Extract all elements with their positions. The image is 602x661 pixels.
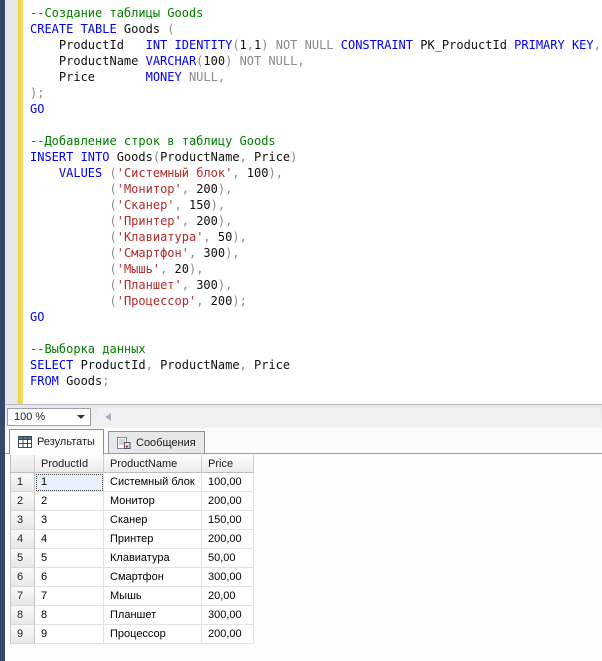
- grid-cell[interactable]: 7: [35, 587, 104, 606]
- tab-messages[interactable]: Сообщения: [108, 431, 205, 454]
- row-header[interactable]: 4: [10, 530, 35, 549]
- code-line: ('Клавиатура', 50),: [30, 229, 602, 245]
- table-row: 44Принтер200,00: [10, 530, 254, 549]
- grid-cell[interactable]: 300,00: [202, 606, 254, 625]
- code-line: INSERT INTO Goods(ProductName, Price): [30, 149, 602, 165]
- grid-cell[interactable]: 50,00: [202, 549, 254, 568]
- zoom-dropdown[interactable]: 100 %: [7, 408, 91, 426]
- code-line: GO: [30, 101, 602, 117]
- code-line: SELECT ProductId, ProductName, Price: [30, 357, 602, 373]
- grid-cell[interactable]: 9: [35, 625, 104, 644]
- row-header[interactable]: 9: [10, 625, 35, 644]
- grid-cell[interactable]: 2: [35, 492, 104, 511]
- row-header[interactable]: 2: [10, 492, 35, 511]
- grid-cell[interactable]: Сканер: [104, 511, 202, 530]
- editor-gutter: [5, 0, 18, 404]
- tab-results-label: Результаты: [37, 436, 95, 448]
- row-header[interactable]: 7: [10, 587, 35, 606]
- grid-cell[interactable]: 8: [35, 606, 104, 625]
- row-header[interactable]: 5: [10, 549, 35, 568]
- grid-cell[interactable]: Клавиатура: [104, 549, 202, 568]
- code-line: FROM Goods;: [30, 373, 602, 389]
- column-header[interactable]: ProductId: [35, 455, 104, 473]
- code-line: --Добавление строк в таблицу Goods: [30, 133, 602, 149]
- grid-icon: [18, 436, 32, 448]
- grid-cell[interactable]: Процессор: [104, 625, 202, 644]
- dropdown-arrow-icon[interactable]: [77, 415, 85, 419]
- grid-cell[interactable]: 300,00: [202, 568, 254, 587]
- grid-corner-cell[interactable]: [10, 455, 35, 473]
- tab-messages-label: Сообщения: [136, 437, 196, 449]
- code-line: ProductId INT IDENTITY(1,1) NOT NULL CON…: [30, 37, 602, 53]
- messages-icon: [117, 436, 131, 449]
- code-line: ('Принтер', 200),: [30, 213, 602, 229]
- grid-cell[interactable]: Смартфон: [104, 568, 202, 587]
- code-line: ('Процессор', 200);: [30, 293, 602, 309]
- zoom-value: 100 %: [14, 411, 45, 423]
- horizontal-scrollbar[interactable]: [97, 408, 600, 426]
- grid-cell[interactable]: Планшет: [104, 606, 202, 625]
- code-line: ('Смартфон', 300),: [30, 245, 602, 261]
- scroll-left-arrow-icon[interactable]: [105, 413, 111, 421]
- code-line: ('Монитор', 200),: [30, 181, 602, 197]
- grid-cell[interactable]: 200,00: [202, 530, 254, 549]
- grid-body: 11Системный блок100,0022Монитор200,0033С…: [10, 473, 254, 644]
- editor-bottom-bar: 100 %: [5, 404, 602, 429]
- table-row: 88Планшет300,00: [10, 606, 254, 625]
- row-header[interactable]: 6: [10, 568, 35, 587]
- table-row: 22Монитор200,00: [10, 492, 254, 511]
- grid-cell[interactable]: 200,00: [202, 625, 254, 644]
- grid-cell[interactable]: 20,00: [202, 587, 254, 606]
- table-row: 11Системный блок100,00: [10, 473, 254, 492]
- code-line: VALUES ('Системный блок', 100),: [30, 165, 602, 181]
- grid-cell[interactable]: Принтер: [104, 530, 202, 549]
- code-lines[interactable]: --Создание таблицы GoodsCREATE TABLE Goo…: [23, 0, 602, 404]
- results-panel: ProductIdProductNamePrice 11Системный бл…: [5, 454, 602, 661]
- code-line: ('Планшет', 300),: [30, 277, 602, 293]
- row-header[interactable]: 1: [10, 473, 35, 492]
- grid-cell[interactable]: Системный блок: [104, 473, 202, 492]
- table-row: 66Смартфон300,00: [10, 568, 254, 587]
- tab-results[interactable]: Результаты: [9, 429, 104, 455]
- grid-cell[interactable]: Мышь: [104, 587, 202, 606]
- row-header[interactable]: 8: [10, 606, 35, 625]
- results-grid: ProductIdProductNamePrice 11Системный бл…: [10, 455, 254, 644]
- code-line: ('Сканер', 150),: [30, 197, 602, 213]
- table-row: 99Процессор200,00: [10, 625, 254, 644]
- code-line: CREATE TABLE Goods (: [30, 21, 602, 37]
- grid-cell[interactable]: 4: [35, 530, 104, 549]
- grid-cell[interactable]: 3: [35, 511, 104, 530]
- grid-cell[interactable]: 100,00: [202, 473, 254, 492]
- code-line: );: [30, 85, 602, 101]
- grid-cell[interactable]: 1: [35, 473, 104, 492]
- code-line: GO: [30, 309, 602, 325]
- grid-cell[interactable]: 5: [35, 549, 104, 568]
- code-line: ('Мышь', 20),: [30, 261, 602, 277]
- table-row: 77Мышь20,00: [10, 587, 254, 606]
- code-line: --Выборка данных: [30, 341, 602, 357]
- row-header[interactable]: 3: [10, 511, 35, 530]
- table-row: 55Клавиатура50,00: [10, 549, 254, 568]
- grid-cell[interactable]: 6: [35, 568, 104, 587]
- code-line: --Создание таблицы Goods: [30, 5, 602, 21]
- code-line: Price MONEY NULL,: [30, 69, 602, 85]
- code-line: ProductName VARCHAR(100) NOT NULL,: [30, 53, 602, 69]
- code-line: [30, 117, 602, 133]
- grid-cell[interactable]: 150,00: [202, 511, 254, 530]
- results-tab-strip: Результаты Сообщения: [5, 428, 602, 454]
- code-line: [30, 325, 602, 341]
- grid-cell[interactable]: 200,00: [202, 492, 254, 511]
- table-row: 33Сканер150,00: [10, 511, 254, 530]
- column-header[interactable]: ProductName: [104, 455, 202, 473]
- column-header[interactable]: Price: [202, 455, 254, 473]
- grid-header-row: ProductIdProductNamePrice: [10, 455, 254, 473]
- sql-editor[interactable]: --Создание таблицы GoodsCREATE TABLE Goo…: [5, 0, 602, 404]
- grid-cell[interactable]: Монитор: [104, 492, 202, 511]
